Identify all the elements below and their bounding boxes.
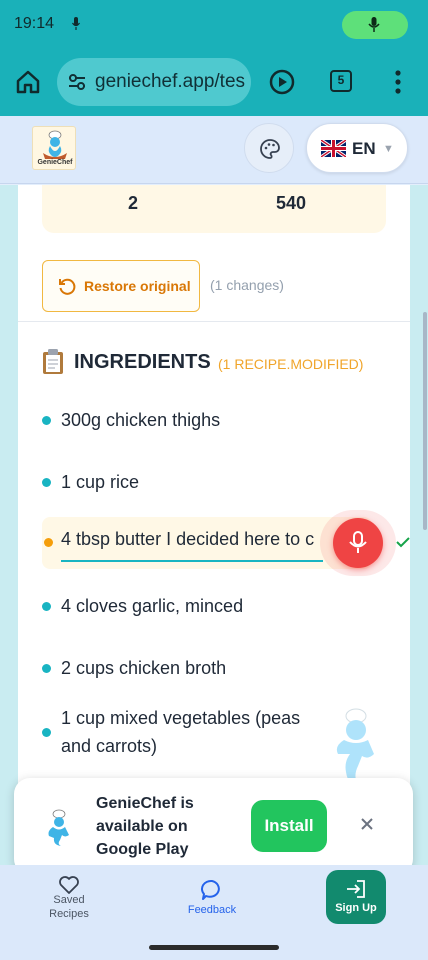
language-code: EN (352, 139, 376, 158)
tab-switcher-button[interactable]: 5 (330, 70, 352, 92)
heart-icon (59, 876, 79, 894)
undo-icon (59, 278, 76, 295)
chevron-down-icon: ▼ (383, 143, 394, 155)
restore-original-button[interactable]: Restore original (42, 260, 200, 312)
nav-saved-recipes[interactable]: Saved Recipes (40, 873, 98, 921)
sign-up-button[interactable]: Sign Up (326, 870, 386, 924)
bullet-icon (42, 602, 51, 611)
url-text[interactable]: geniechef.app/tes (95, 71, 245, 93)
language-selector[interactable]: EN ▼ (306, 123, 408, 173)
close-icon[interactable] (358, 815, 376, 833)
app-logo[interactable]: GenieChef (32, 126, 76, 170)
nav-label: Saved Recipes (49, 894, 89, 920)
ingredient-item[interactable]: 1 cup mixed vegetables (peas and carrots… (42, 704, 322, 762)
play-icon[interactable] (269, 69, 295, 95)
bullet-icon (42, 664, 51, 673)
ingredient-text: 300g chicken thighs (61, 410, 221, 430)
check-icon[interactable] (395, 535, 411, 549)
nav-label: Feedback (187, 904, 237, 916)
status-time: 19:14 (14, 15, 55, 32)
url-bar[interactable]: geniechef.app/tes (57, 58, 251, 106)
ingredient-edit-input[interactable]: 4 tbsp butter I decided here to c (61, 529, 323, 562)
mic-indicator-icon (72, 17, 80, 30)
bullet-icon (42, 478, 51, 487)
restore-label: Restore original (84, 278, 191, 294)
ingredients-title: INGREDIENTS (74, 351, 211, 373)
genie-app-icon (48, 809, 69, 846)
bullet-icon (42, 416, 51, 425)
site-settings-icon[interactable] (67, 72, 87, 92)
home-icon[interactable] (14, 68, 42, 96)
nutrition-stats: 2 540 (42, 185, 386, 233)
nav-label: Sign Up (335, 902, 377, 914)
ingredient-item[interactable]: 1 cup rice (42, 468, 382, 496)
chat-bubble-icon (201, 879, 220, 900)
voice-input-button[interactable] (333, 518, 383, 568)
ingredient-item[interactable]: 4 cloves garlic, minced (42, 592, 382, 620)
mic-active-pill[interactable] (342, 11, 408, 39)
changes-count: (1 changes) (210, 277, 284, 293)
stat-value: 540 (276, 193, 307, 213)
divider (18, 321, 410, 322)
install-banner: GenieChef is available on Google Play In… (14, 778, 413, 875)
ingredient-text: 1 cup rice (61, 472, 140, 492)
ingredient-item[interactable]: 300g chicken thighs (42, 406, 382, 434)
ingredient-item[interactable]: 2 cups chicken broth (42, 654, 382, 682)
mic-icon (349, 531, 367, 553)
palette-icon (260, 139, 280, 159)
banner-text: GenieChef is available on Google Play (96, 795, 194, 858)
ingredient-text: 2 cups chicken broth (61, 658, 227, 678)
theme-button[interactable] (244, 123, 294, 173)
mic-icon (368, 17, 380, 32)
browser-toolbar: geniechef.app/tes 5 (0, 50, 428, 116)
login-icon (347, 880, 365, 898)
genie-logo-icon (43, 130, 67, 159)
modified-note: (1 RECIPE.MODIFIED) (218, 356, 364, 372)
uk-flag-icon (321, 140, 346, 157)
bullet-icon (44, 538, 53, 547)
scrollbar-thumb[interactable] (423, 312, 427, 530)
logo-text: GenieChef (37, 159, 73, 166)
ingredient-text: 4 cloves garlic, minced (61, 596, 244, 616)
clipboard-icon (43, 349, 63, 374)
status-bar: 19:14 (0, 0, 428, 50)
gesture-bar[interactable] (149, 945, 279, 950)
bullet-icon (42, 728, 51, 737)
ingredient-text: 1 cup mixed vegetables (peas and carrots… (61, 708, 301, 756)
install-button[interactable]: Install (251, 800, 327, 852)
more-menu-icon[interactable] (393, 70, 403, 94)
stat-value: 2 (128, 193, 139, 213)
